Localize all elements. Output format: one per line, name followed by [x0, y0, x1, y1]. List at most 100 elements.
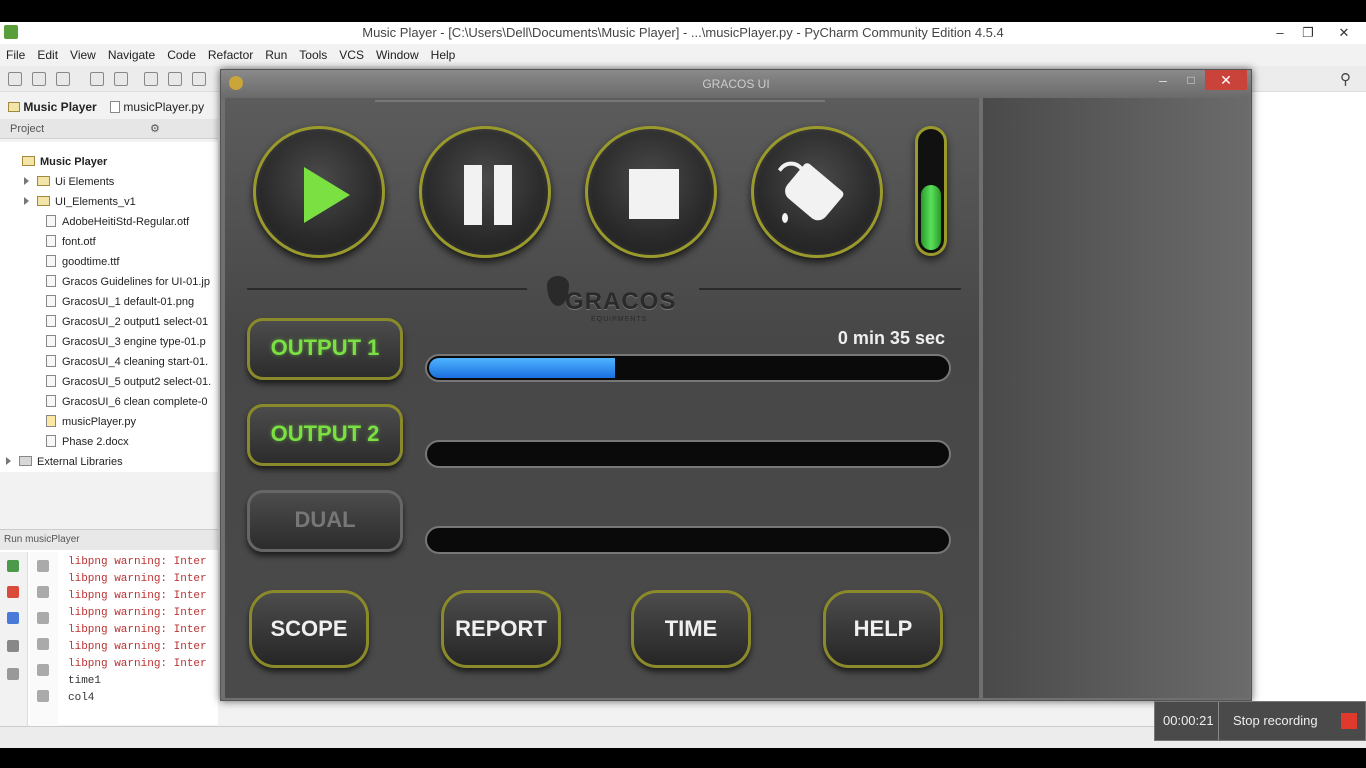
stop-button[interactable]: [585, 126, 717, 258]
ide-title: Music Player - [C:\Users\Dell\Documents\…: [362, 25, 1004, 40]
pin-icon[interactable]: [7, 668, 19, 680]
save-icon[interactable]: [32, 72, 46, 86]
dual-progress: [425, 526, 951, 554]
project-dropdown[interactable]: Project: [10, 123, 44, 135]
tree-item-file[interactable]: Phase 2.docx: [46, 432, 129, 452]
play-button[interactable]: [253, 126, 385, 258]
settings-gear-icon[interactable]: ⚙: [150, 119, 160, 139]
cut-icon[interactable]: [144, 72, 158, 86]
sync-icon[interactable]: [56, 72, 70, 86]
close-icon[interactable]: ✕: [1205, 70, 1247, 90]
gracos-window: GRACOS UI – □ ✕ GRACOS EQUIPMENTS 0 min …: [220, 69, 1252, 701]
menu-help[interactable]: Help: [425, 44, 462, 64]
expand-arrow-icon[interactable]: [24, 197, 29, 205]
paste-icon[interactable]: [192, 72, 206, 86]
rerun-icon[interactable]: [7, 560, 19, 572]
restore-icon[interactable]: ❐: [1294, 22, 1322, 44]
gracos-control-panel: GRACOS EQUIPMENTS 0 min 35 sec OUTPUT 1 …: [225, 98, 979, 698]
folder-icon: [37, 196, 50, 206]
tree-item-file[interactable]: GracosUI_6 clean complete-0: [46, 392, 208, 412]
menu-navigate[interactable]: Navigate: [102, 44, 161, 64]
open-icon[interactable]: [8, 72, 22, 86]
tree-item-file[interactable]: GracosUI_5 output2 select-01.: [46, 372, 211, 392]
tree-item-external-libraries[interactable]: External Libraries: [6, 452, 123, 472]
scope-button[interactable]: SCOPE: [249, 590, 369, 668]
search-icon[interactable]: ⚲: [1340, 70, 1351, 88]
tree-item-folder[interactable]: Ui Elements: [24, 172, 114, 192]
tree-item-file[interactable]: GracosUI_3 engine type-01.p: [46, 332, 206, 352]
output-2-button[interactable]: OUTPUT 2: [247, 404, 403, 466]
output-2-progress: [425, 440, 951, 468]
tree-item-file[interactable]: GracosUI_1 default-01.png: [46, 292, 194, 312]
pycharm-icon: [4, 25, 18, 39]
undo-icon[interactable]: [90, 72, 104, 86]
layout-icon[interactable]: [7, 640, 19, 652]
menu-run[interactable]: Run: [259, 44, 293, 64]
run-panel: Run musicPlayer libpng warning: Inter lib…: [0, 529, 218, 726]
tree-item-folder[interactable]: UI_Elements_v1: [24, 192, 136, 212]
menu-bar: File Edit View Navigate Code Refactor Run Tools…: [0, 44, 1366, 64]
menu-window[interactable]: Window: [370, 44, 425, 64]
screen-recorder-widget: 00:00:21 Stop recording: [1154, 701, 1366, 741]
breadcrumb-file[interactable]: musicPlayer.py: [123, 100, 204, 114]
print-icon[interactable]: [37, 664, 49, 676]
minimize-icon[interactable]: –: [1149, 70, 1177, 92]
stop-recording-button[interactable]: Stop recording: [1233, 702, 1318, 740]
time-button[interactable]: TIME: [631, 590, 751, 668]
tree-item-file[interactable]: GracosUI_2 output1 select-01: [46, 312, 208, 332]
pause-button[interactable]: [419, 126, 551, 258]
tree-item-file[interactable]: goodtime.ttf: [46, 252, 119, 272]
file-icon: [46, 255, 56, 267]
tree-item-file[interactable]: AdobeHeitiStd-Regular.otf: [46, 212, 189, 232]
tree-item-file[interactable]: Gracos Guidelines for UI-01.jp: [46, 272, 210, 292]
up-arrow-icon[interactable]: [37, 560, 49, 572]
tree-item-file[interactable]: musicPlayer.py: [46, 412, 136, 432]
gracos-side-panel: [983, 98, 1249, 698]
wrap-icon[interactable]: [37, 612, 49, 624]
trash-icon[interactable]: [37, 690, 49, 702]
menu-view[interactable]: View: [64, 44, 102, 64]
folder-icon: [22, 156, 35, 166]
image-file-icon: [46, 315, 56, 327]
breadcrumb-project[interactable]: Music Player: [23, 100, 96, 114]
python-file-icon: [46, 415, 56, 427]
stop-icon: [629, 169, 679, 219]
scroll-end-icon[interactable]: [37, 638, 49, 650]
record-stop-icon[interactable]: [1341, 713, 1357, 729]
help-button[interactable]: HELP: [823, 590, 943, 668]
image-file-icon: [46, 375, 56, 387]
clean-button[interactable]: [751, 126, 883, 258]
editor-gutter: [1252, 92, 1366, 748]
menu-edit[interactable]: Edit: [31, 44, 64, 64]
tree-item-root[interactable]: Music Player: [22, 152, 107, 172]
menu-file[interactable]: File: [0, 44, 31, 64]
output-1-button[interactable]: OUTPUT 1: [247, 318, 403, 380]
library-icon: [19, 456, 32, 466]
elapsed-timer: 0 min 35 sec: [837, 328, 945, 348]
divider: [699, 288, 961, 290]
tree-item-file[interactable]: font.otf: [46, 232, 96, 252]
divider: [375, 100, 825, 102]
expand-arrow-icon[interactable]: [6, 457, 11, 465]
pause-icon[interactable]: [7, 612, 19, 624]
maximize-icon[interactable]: □: [1177, 70, 1205, 92]
minimize-icon[interactable]: –: [1266, 22, 1294, 44]
dual-button[interactable]: DUAL: [247, 490, 403, 552]
pause-icon: [464, 165, 482, 225]
close-icon[interactable]: ✕: [1326, 22, 1362, 44]
tree-item-file[interactable]: GracosUI_4 cleaning start-01.: [46, 352, 208, 372]
expand-arrow-icon[interactable]: [24, 177, 29, 185]
menu-vcs[interactable]: VCS: [333, 44, 370, 64]
output-1-progress-fill: [429, 358, 615, 378]
menu-refactor[interactable]: Refactor: [202, 44, 259, 64]
report-button[interactable]: REPORT: [441, 590, 561, 668]
stop-icon[interactable]: [7, 586, 19, 598]
redo-icon[interactable]: [114, 72, 128, 86]
menu-code[interactable]: Code: [161, 44, 202, 64]
menu-tools[interactable]: Tools: [293, 44, 333, 64]
down-arrow-icon[interactable]: [37, 586, 49, 598]
python-file-icon: [110, 101, 121, 113]
project-tree: Music Player Ui Elements UI_Elements_v1 …: [0, 142, 218, 472]
gracos-titlebar: GRACOS UI – □ ✕: [221, 70, 1251, 98]
copy-icon[interactable]: [168, 72, 182, 86]
